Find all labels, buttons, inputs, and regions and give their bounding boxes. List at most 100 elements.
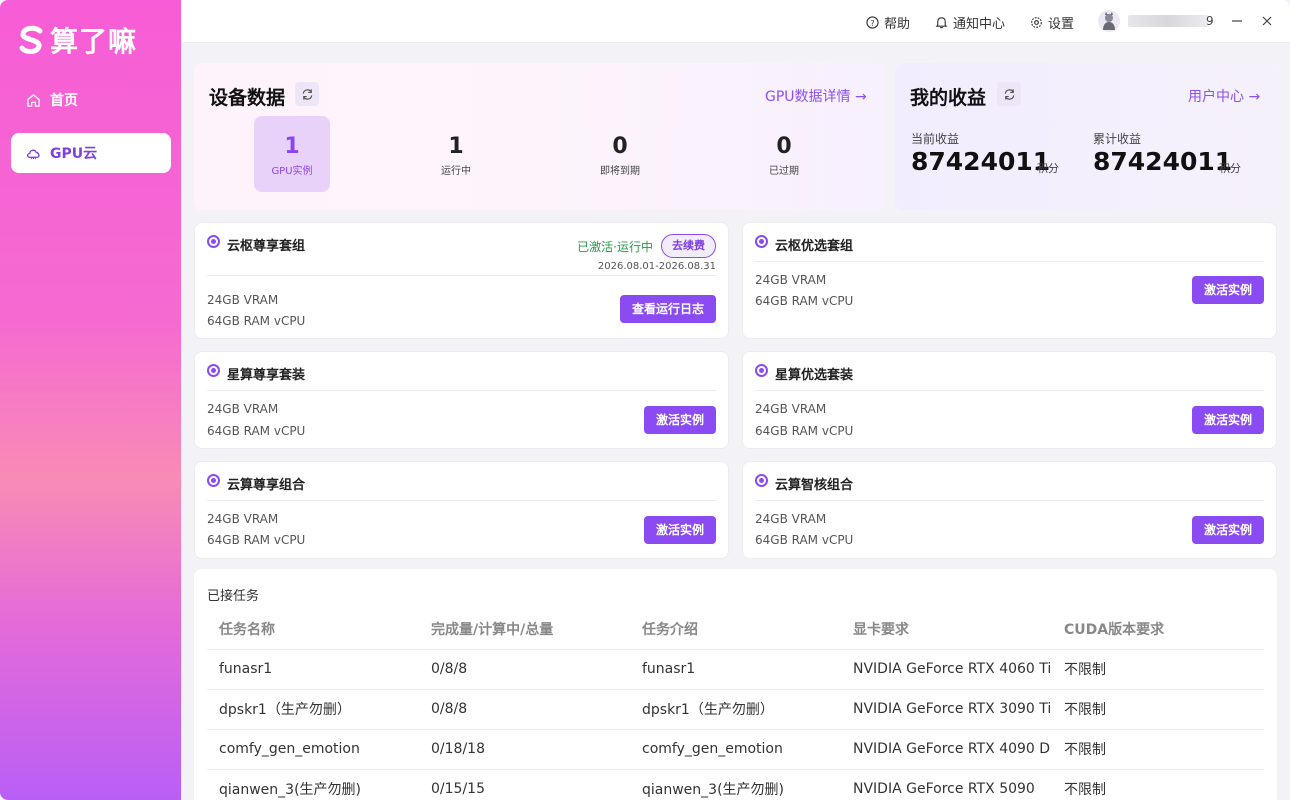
earnings-title: 我的收益 (910, 87, 987, 109)
package-spec-ram: 64GB RAM vCPU (755, 533, 854, 547)
username-tail: 9 (1206, 14, 1214, 28)
stat-gpu-instances[interactable]: 1 GPU实例 (254, 116, 330, 192)
column-header: CUDA版本要求 (1052, 610, 1264, 650)
activate-instance-button[interactable]: 激活实例 (1192, 406, 1264, 434)
sidebar-item-gpu-cloud[interactable]: GPU云 (11, 133, 171, 173)
activate-instance-button[interactable]: 激活实例 (1192, 276, 1264, 304)
stat-expired[interactable]: 0 已过期 (746, 116, 822, 192)
table-row[interactable]: funasr1 0/8/8 funasr1 NVIDIA GeForce RTX… (207, 649, 1264, 690)
package-radio[interactable] (207, 235, 220, 248)
package-divider (755, 500, 1264, 501)
stat-value: 1 (448, 134, 464, 159)
table-cell: 0/8/8 (419, 649, 630, 690)
package-spec-ram: 64GB RAM vCPU (207, 424, 306, 438)
stat-label: 即将到期 (600, 166, 640, 177)
package-spec-ram: 64GB RAM vCPU (755, 294, 854, 308)
earnings-card: 我的收益 用户中心 → 当前收益 87424011 积分 累计收益 874240… (895, 63, 1277, 210)
avatar-icon (1098, 10, 1120, 32)
minimize-icon[interactable] (1227, 11, 1247, 31)
logo-icon (19, 25, 43, 54)
activate-instance-button[interactable]: 激活实例 (1192, 516, 1264, 544)
table-cell: qianwen_3(生产勿删) (630, 769, 841, 800)
help-button[interactable]: ? 帮助 (866, 13, 910, 32)
package-radio[interactable] (755, 235, 768, 248)
package-spec-vram: 24GB VRAM (207, 293, 279, 307)
sidebar-item-label: 首页 (50, 93, 78, 109)
package-date-range: 2026.08.01-2026.08.31 (597, 261, 716, 272)
table-cell: dpskr1（生产勿删） (630, 689, 841, 730)
stat-label: GPU实例 (271, 166, 313, 177)
table-cell: 不限制 (1052, 689, 1264, 730)
cloud-icon (26, 149, 40, 159)
total-earnings-unit: 积分 (1219, 162, 1241, 175)
gpu-data-detail-link[interactable]: GPU数据详情 → (765, 86, 867, 106)
stat-expiring[interactable]: 0 即将到期 (582, 116, 658, 192)
package-name: 云枢尊享套组 (227, 239, 306, 254)
package-divider (207, 390, 716, 391)
bell-icon (935, 17, 948, 29)
table-row[interactable]: dpskr1（生产勿删） 0/8/8 dpskr1（生产勿删） NVIDIA G… (207, 689, 1264, 730)
stat-value: 1 (284, 134, 300, 159)
table-cell: NVIDIA GeForce RTX 3090 Ti (841, 689, 1052, 730)
current-earnings-value: 87424011 (911, 147, 1051, 176)
table-row[interactable]: comfy_gen_emotion 0/18/18 comfy_gen_emot… (207, 729, 1264, 770)
sidebar-item-home[interactable]: 首页 (11, 80, 171, 120)
device-refresh-button[interactable] (295, 82, 319, 106)
table-cell: NVIDIA GeForce RTX 5090 (841, 769, 1052, 800)
package-radio[interactable] (755, 474, 768, 487)
renew-button[interactable]: 去续费 (661, 234, 716, 258)
package-radio[interactable] (755, 364, 768, 377)
help-label: 帮助 (884, 17, 911, 32)
view-run-log-button[interactable]: 查看运行日志 (620, 295, 716, 323)
close-icon[interactable] (1257, 11, 1277, 31)
total-earnings-value: 87424011 (1093, 147, 1233, 176)
avatar[interactable] (1098, 10, 1120, 32)
package-card: 云算智核组合 24GB VRAM 64GB RAM vCPU 激活实例 (742, 461, 1277, 559)
home-icon (27, 93, 40, 107)
activate-instance-button[interactable]: 激活实例 (644, 516, 716, 544)
column-header: 显卡要求 (841, 610, 1052, 650)
help-icon: ? (866, 16, 879, 29)
package-spec-ram: 64GB RAM vCPU (207, 533, 306, 547)
column-header: 完成量/计算中/总量 (419, 610, 630, 650)
table-cell: 0/8/8 (419, 689, 630, 730)
table-cell: NVIDIA GeForce RTX 4060 Ti (841, 649, 1052, 690)
refresh-icon (302, 88, 312, 100)
user-center-link[interactable]: 用户中心 → (1188, 86, 1260, 106)
username-redacted (1128, 15, 1208, 27)
gear-icon (1031, 17, 1042, 28)
activate-instance-button[interactable]: 激活实例 (644, 406, 716, 434)
column-header: 任务名称 (207, 610, 419, 650)
package-spec-vram: 24GB VRAM (755, 273, 827, 287)
package-card: 星算尊享套装 24GB VRAM 64GB RAM vCPU 激活实例 (194, 351, 729, 449)
package-spec-vram: 24GB VRAM (755, 402, 827, 416)
table-cell: 不限制 (1052, 729, 1264, 770)
app-name: 算了嘛 (50, 25, 138, 58)
stat-value: 0 (612, 134, 628, 159)
table-cell: 不限制 (1052, 769, 1264, 800)
tasks-table: 任务名称 完成量/计算中/总量 任务介绍 显卡要求 CUDA版本要求 funas… (207, 610, 1264, 800)
earnings-refresh-button[interactable] (997, 82, 1021, 106)
package-status: 已激活·运行中 (577, 240, 653, 254)
tasks-title: 已接任务 (207, 589, 260, 604)
table-row[interactable]: qianwen_3(生产勿删) 0/15/15 qianwen_3(生产勿删) … (207, 769, 1264, 800)
package-radio[interactable] (207, 474, 220, 487)
table-header-row: 任务名称 完成量/计算中/总量 任务介绍 显卡要求 CUDA版本要求 (207, 610, 1264, 650)
package-divider (755, 261, 1264, 262)
tasks-card: 已接任务 任务名称 完成量/计算中/总量 任务介绍 显卡要求 CUDA版本要求 … (194, 569, 1277, 800)
stat-value: 0 (776, 134, 792, 159)
package-name: 星算优选套装 (775, 368, 854, 383)
stat-label: 已过期 (769, 166, 799, 177)
device-data-title: 设备数据 (209, 87, 286, 109)
stat-running[interactable]: 1 运行中 (418, 116, 494, 192)
refresh-icon (1004, 88, 1014, 100)
notification-center-button[interactable]: 通知中心 (935, 13, 1005, 32)
package-divider (755, 390, 1264, 391)
package-name: 星算尊享套装 (227, 368, 306, 383)
package-radio[interactable] (207, 364, 220, 377)
package-card: 星算优选套装 24GB VRAM 64GB RAM vCPU 激活实例 (742, 351, 1277, 449)
current-earnings-label: 当前收益 (911, 132, 960, 146)
settings-button[interactable]: 设置 (1030, 13, 1074, 32)
package-spec-vram: 24GB VRAM (207, 402, 279, 416)
total-earnings-label: 累计收益 (1093, 132, 1142, 146)
